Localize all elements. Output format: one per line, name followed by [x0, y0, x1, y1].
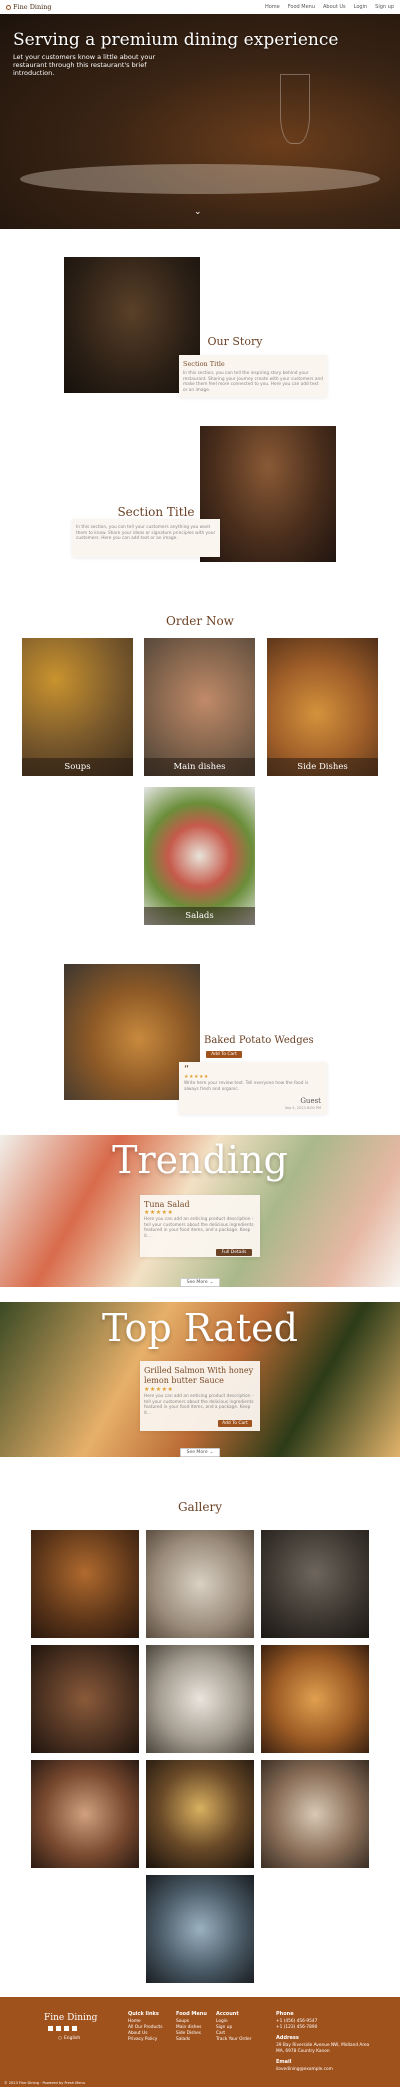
footer-address: 39 Bay Riverside Avenue NW, Midland Area… [276, 2043, 370, 2054]
globe-icon: ○ [58, 2036, 62, 2041]
gallery-image[interactable] [31, 1530, 139, 1638]
gallery-image[interactable] [146, 1530, 254, 1638]
footer-phone-heading: Phone [276, 2011, 294, 2017]
chevron-down-icon: ⌄ [209, 1280, 214, 1285]
footer-email[interactable]: ilovedining@example.com [276, 2067, 376, 2073]
brand-name: Fine Dining [13, 3, 52, 11]
trending-see-more-button[interactable]: See More ⌄ [180, 1278, 220, 1287]
review-date: Sep 4, 2023 8:00 PM [284, 1106, 321, 1110]
copyright-text: © 2023 Fine Dining · Powered by Fresh Me… [4, 2081, 86, 2085]
category-label-main-dishes: Main dishes [144, 758, 255, 776]
footer-account: Account Login Sign up Cart Track Your Or… [216, 2011, 251, 2043]
gallery-image[interactable] [261, 1760, 369, 1868]
quote-icon: “ [184, 1064, 190, 1075]
trending-full-details-button[interactable]: Full Details [216, 1249, 252, 1256]
story-card-text: In this section, you can tell the inspir… [183, 371, 323, 393]
category-card-salads[interactable]: Salads [144, 787, 255, 925]
category-card-soups[interactable]: Soups [22, 638, 133, 776]
story-title: Our Story [207, 335, 263, 348]
featured-product-title: Baked Potato Wedges [204, 1035, 314, 1046]
nav-link-food-menu[interactable]: Food Menu [288, 4, 315, 10]
trending-see-more-label: See More [186, 1280, 208, 1285]
footer-address-heading: Address [276, 2035, 299, 2041]
instagram-icon[interactable] [56, 2026, 61, 2031]
trending-title: Trending [112, 1138, 288, 1182]
review-stars: ★★★★★ [184, 1074, 209, 1080]
gallery-title: Gallery [177, 1500, 223, 1514]
top-rated-product-name: Grilled Salmon With honey lemon butter S… [144, 1366, 254, 1385]
category-label-salads: Salads [144, 907, 255, 925]
story-card-title: Section Title [183, 360, 225, 368]
chevron-down-icon: ⌄ [209, 1450, 214, 1455]
category-card-main-dishes[interactable]: Main dishes [144, 638, 255, 776]
footer-email-heading: Email [276, 2059, 292, 2065]
gallery-image[interactable] [146, 1760, 254, 1868]
category-card-side-dishes[interactable]: Side Dishes [267, 638, 378, 776]
top-rated-title: Top Rated [102, 1306, 298, 1350]
trending-product-stars: ★★★★★ [144, 1209, 174, 1216]
section-card-text: In this section, you can tell your custo… [76, 525, 216, 541]
youtube-icon[interactable] [72, 2026, 77, 2031]
top-navbar: Fine Dining Home Food Menu About Us Logi… [0, 0, 400, 14]
footer-quick-links-heading: Quick links [128, 2011, 159, 2017]
brand-logo[interactable]: Fine Dining [6, 3, 52, 11]
gallery-image[interactable] [31, 1645, 139, 1753]
footer-brand[interactable]: Fine Dining [44, 2013, 97, 2023]
trending-product-card[interactable]: Tuna Salad ★★★★★ Here you can add an ent… [140, 1195, 260, 1257]
top-rated-product-desc: Here you can add an enticing product des… [144, 1394, 254, 1416]
footer-social-icons [48, 2026, 77, 2031]
top-rated-see-more-button[interactable]: See More ⌄ [180, 1448, 220, 1457]
footer-contact: Phone +1 (456) 456-9547 +1 (123) 456-789… [276, 2011, 376, 2073]
scroll-down-chevron-icon[interactable]: ⌄ [194, 207, 202, 217]
logo-icon [6, 4, 11, 10]
gallery-image[interactable] [31, 1760, 139, 1868]
facebook-icon[interactable] [48, 2026, 53, 2031]
language-label: English [63, 2036, 81, 2041]
section-title: Section Title [117, 505, 195, 519]
nav-link-home[interactable]: Home [265, 4, 280, 10]
trending-product-desc: Here you can add an enticing product des… [144, 1217, 254, 1239]
featured-add-to-cart-button[interactable]: Add To Cart [206, 1051, 242, 1058]
nav-links: Home Food Menu About Us Login Sign up [265, 4, 394, 10]
gallery-image[interactable] [261, 1645, 369, 1753]
top-rated-product-stars: ★★★★★ [144, 1386, 174, 1393]
hero-subtitle: Let your customers know a little about y… [13, 53, 156, 77]
nav-link-about-us[interactable]: About Us [323, 4, 346, 10]
story-image-bartender [200, 426, 336, 562]
footer-food-menu: Food Menu Soups Main dishes Side Dishes … [176, 2011, 207, 2043]
nav-link-sign-up[interactable]: Sign up [375, 4, 394, 10]
footer-phone[interactable]: +1 (123) 456-7890 [276, 2025, 376, 2031]
hero-title: Serving a premium dining experience [13, 30, 339, 50]
gallery-image[interactable] [261, 1530, 369, 1638]
footer-account-heading: Account [216, 2011, 239, 2017]
category-label-soups: Soups [22, 758, 133, 776]
gallery-image[interactable] [146, 1875, 254, 1983]
footer-link[interactable]: Privacy Policy [128, 2037, 162, 2043]
category-label-side-dishes: Side Dishes [267, 758, 378, 776]
language-selector[interactable]: ○ English [58, 2036, 80, 2041]
order-now-title: Order Now [166, 614, 234, 628]
top-rated-add-to-cart-button[interactable]: Add To Cart [218, 1420, 252, 1427]
twitter-icon[interactable] [64, 2026, 69, 2031]
review-card: “ ★★★★★ Write here your review text. Tel… [179, 1062, 327, 1114]
review-text: Write here your review text. Tell everyo… [184, 1081, 309, 1092]
story-card: Section Title In this section, you can t… [179, 355, 327, 397]
trending-product-name: Tuna Salad [144, 1200, 190, 1209]
section-card: In this section, you can tell your custo… [72, 519, 220, 557]
footer-food-menu-heading: Food Menu [176, 2011, 207, 2017]
footer-link[interactable]: Salads [176, 2037, 207, 2043]
nav-link-login[interactable]: Login [354, 4, 368, 10]
top-rated-see-more-label: See More [186, 1450, 208, 1455]
footer-link[interactable]: Track Your Order [216, 2037, 251, 2043]
footer: Fine Dining ○ English Quick links Home A… [0, 1997, 400, 2087]
footer-quick-links: Quick links Home All Our Products About … [128, 2011, 162, 2043]
reviewer-name: Guest [300, 1097, 321, 1105]
gallery-image[interactable] [146, 1645, 254, 1753]
